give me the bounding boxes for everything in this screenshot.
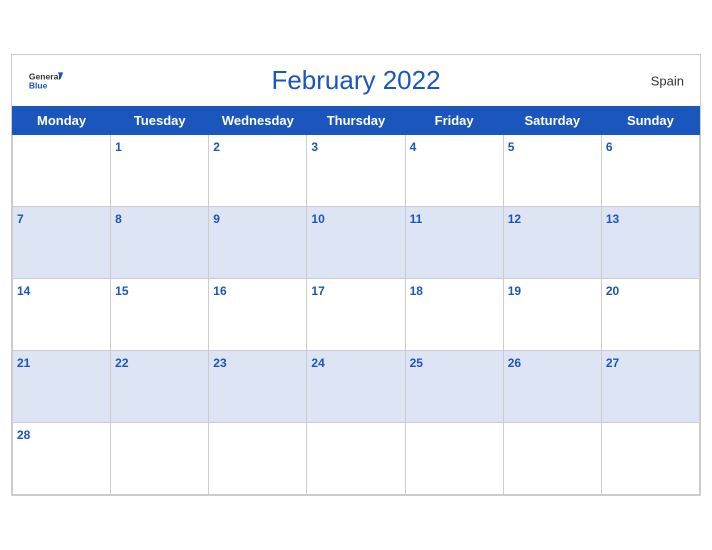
calendar-title: February 2022 xyxy=(271,65,440,96)
calendar-cell: 22 xyxy=(111,351,209,423)
calendar-cell: 4 xyxy=(405,135,503,207)
calendar-cell xyxy=(503,423,601,495)
day-number: 23 xyxy=(213,356,226,370)
calendar-table: MondayTuesdayWednesdayThursdayFridaySatu… xyxy=(12,106,700,495)
calendar-cell xyxy=(307,423,405,495)
calendar-cell: 28 xyxy=(13,423,111,495)
svg-text:Blue: Blue xyxy=(29,80,48,90)
calendar-cell: 14 xyxy=(13,279,111,351)
weekday-header-sunday: Sunday xyxy=(601,107,699,135)
weekday-header-friday: Friday xyxy=(405,107,503,135)
day-number: 20 xyxy=(606,284,619,298)
logo-icon: General Blue xyxy=(28,69,64,93)
day-number: 15 xyxy=(115,284,128,298)
day-number: 14 xyxy=(17,284,30,298)
day-number: 28 xyxy=(17,428,30,442)
calendar-cell: 20 xyxy=(601,279,699,351)
calendar-cell xyxy=(209,423,307,495)
calendar-cell: 12 xyxy=(503,207,601,279)
calendar-cell: 7 xyxy=(13,207,111,279)
calendar-cell: 24 xyxy=(307,351,405,423)
weekday-header-monday: Monday xyxy=(13,107,111,135)
day-number: 2 xyxy=(213,140,220,154)
day-number: 13 xyxy=(606,212,619,226)
calendar-cell: 17 xyxy=(307,279,405,351)
day-number: 17 xyxy=(311,284,324,298)
calendar-cell: 11 xyxy=(405,207,503,279)
day-number: 26 xyxy=(508,356,521,370)
week-row-4: 21 22 23 24 25 26 27 xyxy=(13,351,700,423)
day-number: 9 xyxy=(213,212,220,226)
calendar-cell: 6 xyxy=(601,135,699,207)
calendar-cell: 25 xyxy=(405,351,503,423)
day-number: 1 xyxy=(115,140,122,154)
weekday-header-tuesday: Tuesday xyxy=(111,107,209,135)
day-number: 22 xyxy=(115,356,128,370)
day-number: 12 xyxy=(508,212,521,226)
logo-area: General Blue xyxy=(28,69,64,93)
weekday-header-saturday: Saturday xyxy=(503,107,601,135)
day-number: 6 xyxy=(606,140,613,154)
calendar-cell: 2 xyxy=(209,135,307,207)
calendar-cell: 16 xyxy=(209,279,307,351)
day-number: 27 xyxy=(606,356,619,370)
week-row-5: 28 xyxy=(13,423,700,495)
day-number: 16 xyxy=(213,284,226,298)
weekday-header-thursday: Thursday xyxy=(307,107,405,135)
calendar-cell xyxy=(405,423,503,495)
day-number: 5 xyxy=(508,140,515,154)
week-row-1: 1 2 3 4 5 6 xyxy=(13,135,700,207)
calendar-cell: 9 xyxy=(209,207,307,279)
day-number: 4 xyxy=(410,140,417,154)
week-row-3: 14 15 16 17 18 19 20 xyxy=(13,279,700,351)
day-number: 3 xyxy=(311,140,318,154)
calendar-cell: 15 xyxy=(111,279,209,351)
calendar-cell: 10 xyxy=(307,207,405,279)
day-number: 25 xyxy=(410,356,423,370)
calendar-cell: 23 xyxy=(209,351,307,423)
calendar-cell: 3 xyxy=(307,135,405,207)
calendar-cell: 5 xyxy=(503,135,601,207)
day-number: 24 xyxy=(311,356,324,370)
day-number: 10 xyxy=(311,212,324,226)
weekday-header-wednesday: Wednesday xyxy=(209,107,307,135)
day-number: 18 xyxy=(410,284,423,298)
day-number: 8 xyxy=(115,212,122,226)
week-row-2: 7 8 9 10 11 12 13 xyxy=(13,207,700,279)
svg-text:General: General xyxy=(29,71,61,81)
calendar-cell: 19 xyxy=(503,279,601,351)
calendar-cell: 21 xyxy=(13,351,111,423)
day-number: 11 xyxy=(410,212,423,226)
calendar-cell: 13 xyxy=(601,207,699,279)
calendar-cell xyxy=(111,423,209,495)
calendar-header: General Blue February 2022 Spain xyxy=(12,55,700,106)
day-number: 7 xyxy=(17,212,24,226)
calendar-cell xyxy=(601,423,699,495)
weekday-header-row: MondayTuesdayWednesdayThursdayFridaySatu… xyxy=(13,107,700,135)
calendar-cell xyxy=(13,135,111,207)
calendar-cell: 18 xyxy=(405,279,503,351)
calendar-cell: 26 xyxy=(503,351,601,423)
country-label: Spain xyxy=(651,73,684,88)
calendar-cell: 1 xyxy=(111,135,209,207)
calendar-cell: 27 xyxy=(601,351,699,423)
calendar-container: General Blue February 2022 Spain MondayT… xyxy=(11,54,701,496)
day-number: 19 xyxy=(508,284,521,298)
day-number: 21 xyxy=(17,356,30,370)
calendar-cell: 8 xyxy=(111,207,209,279)
